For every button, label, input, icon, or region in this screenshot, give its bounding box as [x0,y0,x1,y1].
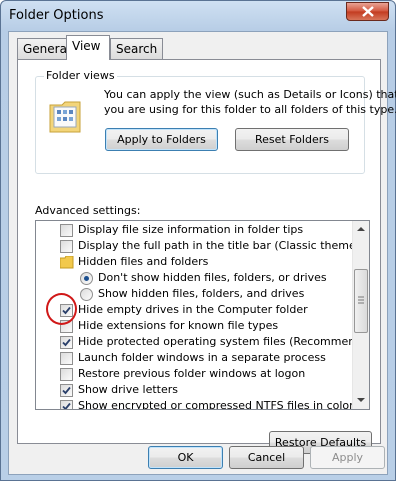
list-item-label: Hidden files and folders [78,255,209,268]
folder-options-window: Folder Options General View Search Folde… [0,0,396,481]
checkbox[interactable] [60,400,73,409]
apply-button[interactable]: Apply [310,446,385,469]
tab-view-label: View [72,39,101,53]
folder-views-description: You can apply the view (such as Details … [104,87,396,117]
list-item-label: Don't show hidden files, folders, or dri… [98,271,327,284]
list-item-label: Restore previous folder windows at logon [78,367,306,380]
folder-views-group: Folder views You can apply the view (suc… [35,69,396,174]
vertical-scrollbar[interactable] [352,221,369,409]
list-item-label: Show encrypted or compressed NTFS files … [78,399,354,410]
view-tab-panel: Folder views You can apply the view (suc… [17,59,396,454]
apply-to-folders-button[interactable]: Apply to Folders [105,128,218,151]
checkmark-icon [62,402,71,409]
checkmark-icon [62,338,71,347]
chevron-up-icon [357,227,365,231]
checkbox[interactable] [60,384,73,397]
folder-views-description-line1: You can apply the view (such as Details … [104,88,396,101]
tab-search[interactable]: Search [110,38,164,59]
checkbox[interactable] [60,352,73,365]
checkmark-icon [62,386,71,395]
cancel-button[interactable]: Cancel [229,446,304,469]
scroll-up-button[interactable] [353,221,369,238]
checkbox[interactable] [60,368,73,381]
folder-views-icon [48,99,82,135]
list-item-label: Hide protected operating system files (R… [78,335,370,348]
scroll-down-button[interactable] [353,391,369,408]
checkbox[interactable] [60,224,73,237]
list-item-label: Display the full path in the title bar (… [78,239,370,252]
tab-view[interactable]: View [66,35,110,60]
checkbox[interactable] [60,336,73,349]
chevron-down-icon [357,398,365,402]
highlight-circle [46,293,77,325]
advanced-settings-list[interactable]: Display file size information in folder … [35,220,370,410]
tab-search-label: Search [116,42,158,56]
list-item-label: Show hidden files, folders, and drives [98,287,305,300]
list-item-label: Hide extensions for known file types [78,319,279,332]
grip-icon [358,296,364,304]
close-button[interactable] [346,2,389,21]
scroll-thumb[interactable] [354,269,368,333]
radio-button[interactable] [80,288,93,301]
list-item-label: Launch folder windows in a separate proc… [78,351,326,364]
checkbox[interactable] [60,240,73,253]
folder-views-title: Folder views [44,69,117,82]
title-bar[interactable]: Folder Options [1,1,395,31]
advanced-settings-title: Advanced settings: [35,204,141,217]
radio-button[interactable] [80,272,93,285]
tab-general-label: General [23,42,71,56]
list-item-label: Hide empty drives in the Computer folder [78,303,308,316]
dialog-client-area: General View Search Folder views You can… [8,31,396,475]
folder-views-description-line2: you are using for this folder to all fol… [104,103,396,116]
window-title: Folder Options [9,8,104,23]
ok-button[interactable]: OK [148,446,223,469]
close-icon [362,6,374,17]
reset-folders-button[interactable]: Reset Folders [235,128,349,151]
list-item-label: Display file size information in folder … [78,223,304,236]
list-item-label: Show drive letters [78,383,178,396]
folder-icon [59,255,74,274]
